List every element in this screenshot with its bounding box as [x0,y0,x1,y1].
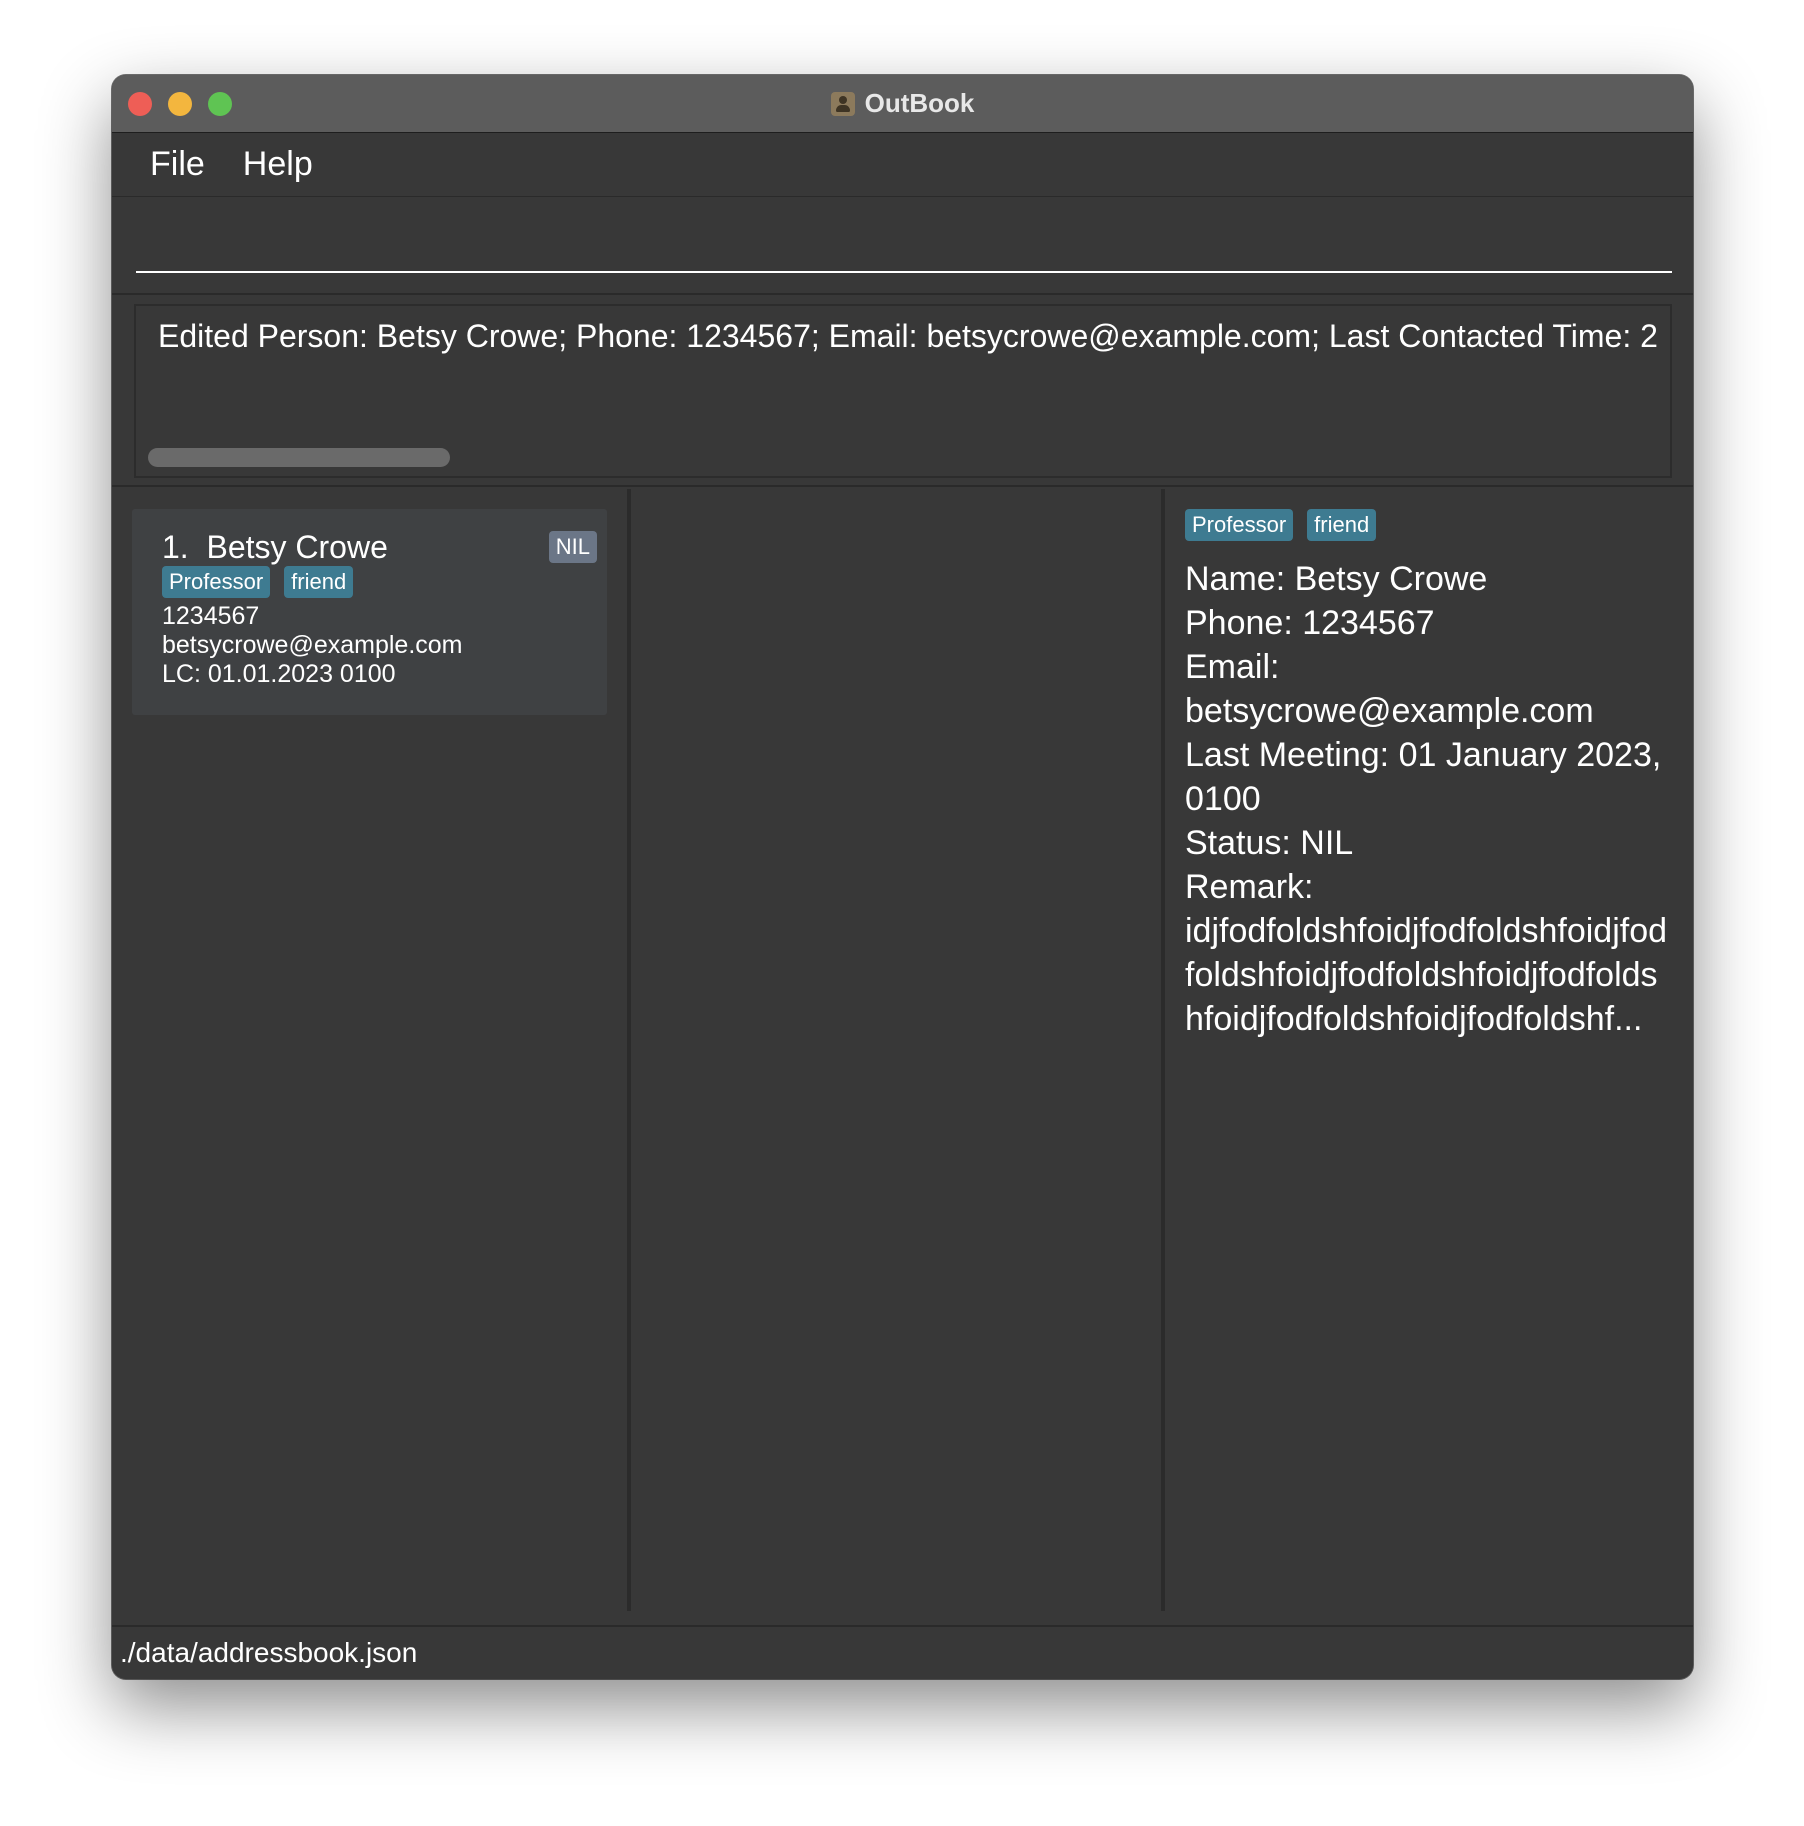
app-window: OutBook File Help Edited Person: Betsy C… [112,75,1693,1679]
detail-name: Name: Betsy Crowe [1185,560,1488,598]
status-bar: ./data/addressbook.json [112,1625,1693,1679]
detail-email-value: betsycrowe@example.com [1185,692,1594,730]
window-title: OutBook [864,88,975,118]
person-name: 1. Betsy Crowe [162,529,388,566]
person-index: 1. [162,529,189,565]
person-email: betsycrowe@example.com [162,631,463,659]
detail-tags: Professor friend [1185,509,1377,541]
person-name-text: Betsy Crowe [206,529,388,565]
result-text: Edited Person: Betsy Crowe; Phone: 12345… [158,318,1658,354]
menu-help[interactable]: Help [239,145,317,184]
title-bar[interactable]: OutBook [112,75,1693,133]
address-book-icon [830,91,855,116]
tag: Professor [1185,509,1294,541]
tag: Professor [162,566,271,598]
detail-fields: Name: Betsy Crowe Phone: 1234567 Email: … [1185,557,1675,1041]
detail-remark-label: Remark: [1185,868,1314,906]
divider [112,485,1693,487]
detail-remark-value: idjfodfoldshfoidjfodfoldshfoidjfodfoldsh… [1185,912,1668,1038]
person-last-contacted: LC: 01.01.2023 0100 [162,660,396,688]
detail-email-label: Email: [1185,648,1280,686]
person-card[interactable]: 1. Betsy Crowe NIL Professor friend 1234… [132,509,607,715]
horizontal-scrollbar[interactable] [148,448,450,467]
menu-file[interactable]: File [146,145,209,184]
data-file-path: ./data/addressbook.json [120,1637,418,1668]
person-phone: 1234567 [162,602,260,630]
menu-bar: File Help [112,133,1693,197]
tag: friend [1307,509,1377,541]
person-list-panel: 1. Betsy Crowe NIL Professor friend 1234… [112,489,631,1611]
person-tags: Professor friend [162,566,354,598]
person-detail-panel: Professor friend Name: Betsy Crowe Phone… [1165,489,1693,1611]
window-title-group: OutBook [112,75,1693,132]
status-badge: NIL [548,531,597,563]
divider [112,293,1693,295]
result-display[interactable]: Edited Person: Betsy Crowe; Phone: 12345… [134,304,1672,478]
middle-panel [631,489,1165,1611]
command-area [112,197,1693,293]
detail-last-meeting: Last Meeting: 01 January 2023, 0100 [1185,736,1662,818]
command-input[interactable] [136,227,1672,273]
detail-status: Status: NIL [1185,824,1354,862]
detail-phone: Phone: 1234567 [1185,604,1435,642]
tag: friend [284,566,354,598]
